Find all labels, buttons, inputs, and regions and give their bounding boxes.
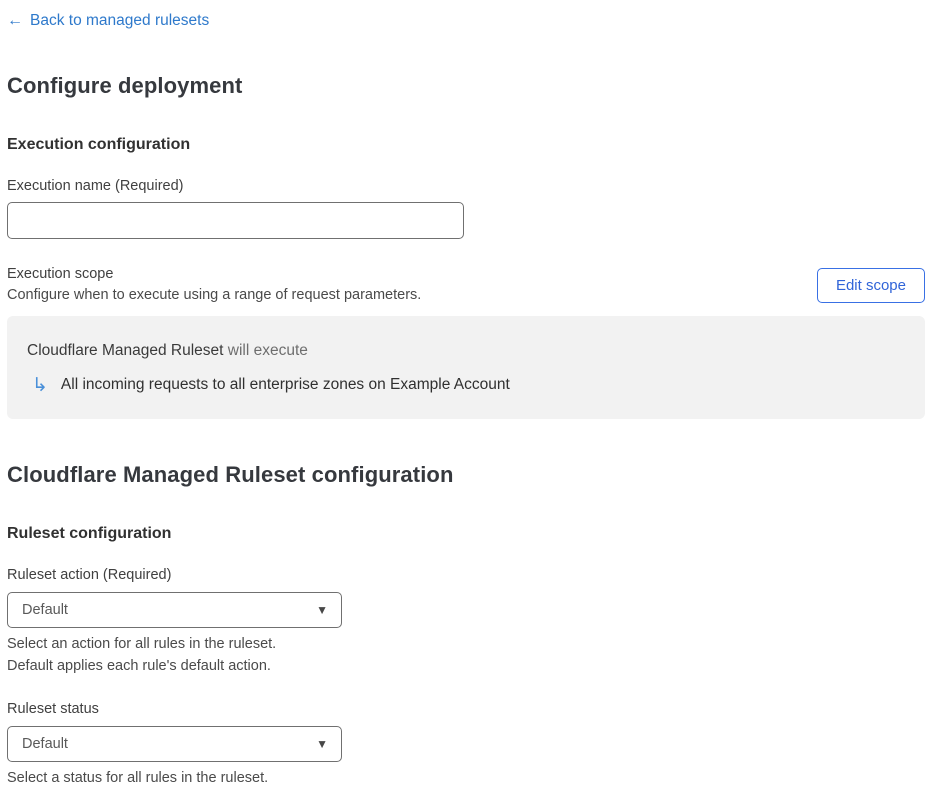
page-title: Configure deployment	[7, 73, 243, 98]
execution-name-input[interactable]	[7, 202, 464, 239]
back-arrow-icon: ←	[7, 12, 23, 29]
ruleset-action-select[interactable]: Default ▼	[7, 592, 342, 628]
ruleset-action-help-line-2: Default applies each rule's default acti…	[7, 657, 271, 674]
scope-will-execute-text: will execute	[223, 342, 308, 359]
scope-summary-detail: All incoming requests to all enterprise …	[60, 376, 510, 393]
ruleset-action-help-line-1: Select an action for all rules in the ru…	[7, 636, 277, 652]
configure-deployment-page: ← Back to managed rulesets Configure dep…	[0, 0, 931, 790]
scope-ruleset-name: Cloudflare Managed Ruleset	[27, 342, 224, 359]
ruleset-configuration-section-heading: Cloudflare Managed Ruleset configuration	[7, 462, 454, 487]
edit-scope-button[interactable]: Edit scope	[816, 267, 925, 303]
scope-summary-detail-row: ↳ All incoming requests to all enterpris…	[27, 374, 905, 396]
ruleset-status-label: Ruleset status	[7, 701, 99, 717]
back-to-managed-rulesets-link[interactable]: ← Back to managed rulesets	[7, 12, 209, 30]
back-link-label: Back to managed rulesets	[30, 12, 210, 29]
execution-scope-text: Execution scope Configure when to execut…	[7, 264, 421, 306]
scope-summary-title: Cloudflare Managed Ruleset will execute	[27, 341, 905, 361]
ruleset-status-help-line: Select a status for all rules in the rul…	[7, 770, 269, 786]
ruleset-action-label: Ruleset action (Required)	[7, 567, 172, 583]
execution-scope-row: Execution scope Configure when to execut…	[7, 264, 925, 306]
ruleset-status-value: Default	[22, 736, 68, 752]
ruleset-status-select[interactable]: Default ▼	[7, 726, 342, 762]
chevron-down-icon: ▼	[316, 736, 328, 751]
return-arrow-icon: ↳	[32, 374, 48, 396]
execution-scope-description: Configure when to execute using a range …	[7, 287, 422, 303]
execution-name-label: Execution name (Required)	[7, 178, 184, 194]
execution-scope-label: Execution scope	[7, 266, 114, 282]
ruleset-configuration-subheading: Ruleset configuration	[7, 525, 172, 542]
ruleset-action-value: Default	[22, 602, 68, 618]
chevron-down-icon: ▼	[316, 602, 328, 617]
scope-summary-panel: Cloudflare Managed Ruleset will execute …	[7, 316, 925, 419]
execution-configuration-heading: Execution configuration	[7, 136, 191, 153]
